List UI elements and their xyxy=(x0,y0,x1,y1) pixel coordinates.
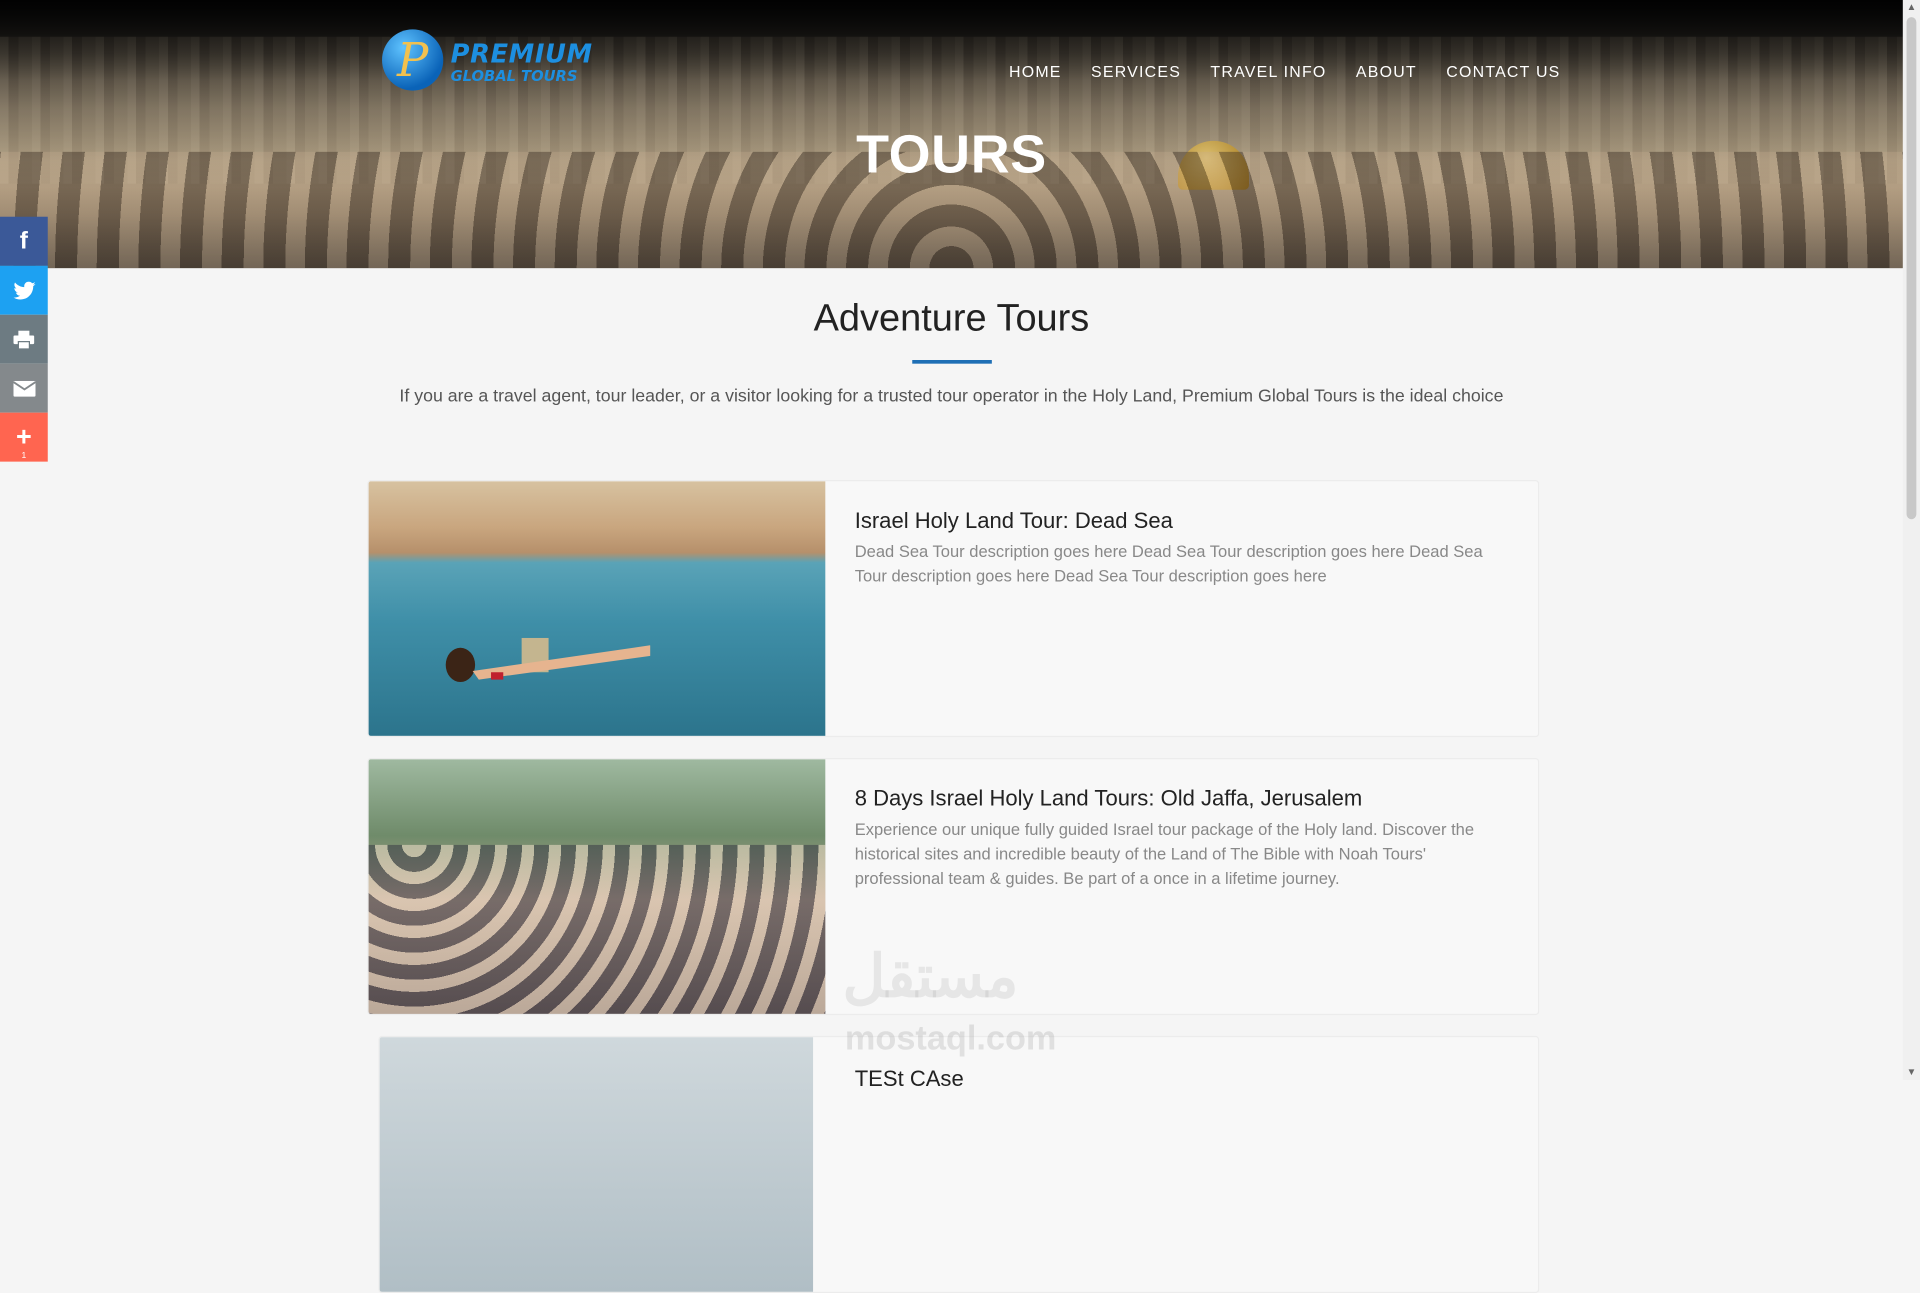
facebook-icon: f xyxy=(19,227,28,255)
page: P PREMIUM GLOBAL TOURS HOME SERVICES TRA… xyxy=(0,0,1920,1293)
nav-services[interactable]: SERVICES xyxy=(1076,61,1195,83)
nav-contact-us[interactable]: CONTACT US xyxy=(1432,61,1576,83)
logo-mark: P xyxy=(382,29,444,91)
vertical-scrollbar[interactable]: ▲ ▼ xyxy=(1902,0,1920,1081)
more-share-button[interactable]: + 1 xyxy=(0,412,48,462)
scroll-down-arrow-icon[interactable]: ▼ xyxy=(1903,1065,1920,1080)
page-title: TOURS xyxy=(856,124,1047,185)
nav-travel-info[interactable]: TRAVEL INFO xyxy=(1196,61,1341,83)
plus-icon: + xyxy=(15,421,32,452)
logo-text-premium: PREMIUM xyxy=(450,39,593,69)
site-logo[interactable]: P PREMIUM GLOBAL TOURS xyxy=(382,29,592,93)
tour-image-dead-sea[interactable] xyxy=(368,481,826,736)
watermark-mostaql: mostaql.com xyxy=(844,1018,1057,1057)
tour-card[interactable]: Israel Holy Land Tour: Dead Sea Dead Sea… xyxy=(367,480,1540,738)
tour-description: Experience our unique fully guided Israe… xyxy=(854,820,1475,888)
nav-about[interactable]: ABOUT xyxy=(1341,61,1431,83)
logo-text-global-tours: GLOBAL TOURS xyxy=(450,67,578,85)
tour-title[interactable]: 8 Days Israel Holy Land Tours: Old Jaffa… xyxy=(855,786,1363,812)
scroll-up-arrow-icon[interactable]: ▲ xyxy=(1903,0,1920,15)
tour-card[interactable]: TESt CAse xyxy=(378,1035,1540,1293)
tour-description: Dead Sea Tour description goes here Dead… xyxy=(854,542,1483,586)
scrollbar-thumb[interactable] xyxy=(1906,17,1917,520)
section-description: If you are a travel agent, tour leader, … xyxy=(399,386,1504,407)
tour-image-group[interactable] xyxy=(368,759,826,1014)
section-title: Adventure Tours xyxy=(813,296,1090,340)
tour-image-test[interactable] xyxy=(379,1037,814,1292)
nav-home[interactable]: HOME xyxy=(994,61,1076,83)
hero-banner: P PREMIUM GLOBAL TOURS HOME SERVICES TRA… xyxy=(0,0,1903,269)
facebook-share-button[interactable]: f xyxy=(0,216,48,266)
share-count: 1 xyxy=(21,451,27,461)
tour-title[interactable]: TESt CAse xyxy=(855,1067,964,1093)
watermark-arabic: مستقل xyxy=(842,945,1019,1011)
tour-title[interactable]: Israel Holy Land Tour: Dead Sea xyxy=(855,508,1173,534)
main-nav: HOME SERVICES TRAVEL INFO ABOUT CONTACT … xyxy=(994,61,1575,83)
section-divider xyxy=(912,360,992,364)
